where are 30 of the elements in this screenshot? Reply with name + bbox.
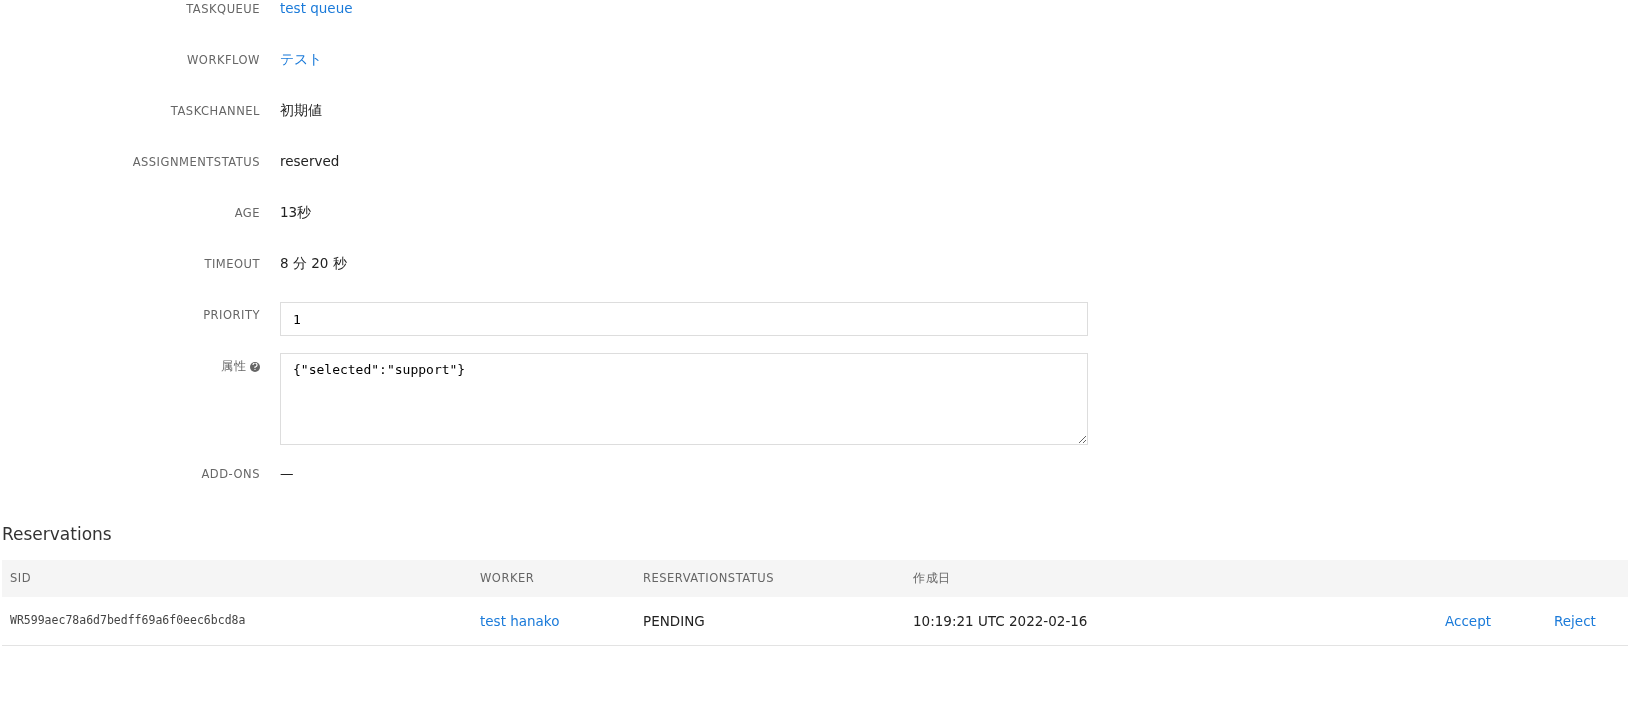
field-label: AGE [234, 206, 260, 220]
help-icon[interactable] [250, 361, 260, 372]
field-label: ASSIGNMENTSTATUS [132, 155, 260, 169]
field-link[interactable]: test queue [280, 0, 1088, 16]
action-link[interactable]: Reject [1546, 597, 1628, 646]
field-label: WORKFLOW [187, 53, 260, 67]
field-label: PRIORITY [203, 308, 260, 322]
section-title: Reservations [2, 524, 113, 544]
field-value: 初期値 [280, 102, 323, 120]
table-cell: WR599aec78a6d7bedff69a6f0eec6bcd8a [2, 597, 472, 646]
field-value: — [280, 465, 295, 481]
column-header: 作成日 [905, 560, 1437, 597]
field-label: TASKQUEUE [186, 2, 260, 16]
worker-link[interactable]: test hanako [472, 597, 635, 646]
table-cell: 10:19:21 UTC 2022-02-16 [905, 597, 1437, 646]
column-header: SID [2, 560, 472, 597]
field-label: ADD-ONS [201, 467, 260, 481]
field-label: TASKCHANNEL [170, 104, 260, 118]
field-label: TIMEOUT [204, 257, 260, 271]
field-value: 8 分 20 秒 [280, 255, 348, 273]
column-header: RESERVATIONSTATUS [635, 560, 905, 597]
field-value: reserved [280, 153, 341, 169]
column-header: WORKER [472, 560, 635, 597]
table-cell: PENDING [635, 597, 905, 646]
input-field[interactable]: 1 [280, 302, 1088, 336]
action-link[interactable]: Accept [1437, 597, 1546, 646]
textarea-field[interactable]: {"selected":"support"} [280, 353, 1088, 445]
field-value: 13秒 [280, 204, 313, 222]
field-label: 属性 [221, 359, 246, 374]
field-link[interactable]: テスト [280, 51, 1088, 69]
